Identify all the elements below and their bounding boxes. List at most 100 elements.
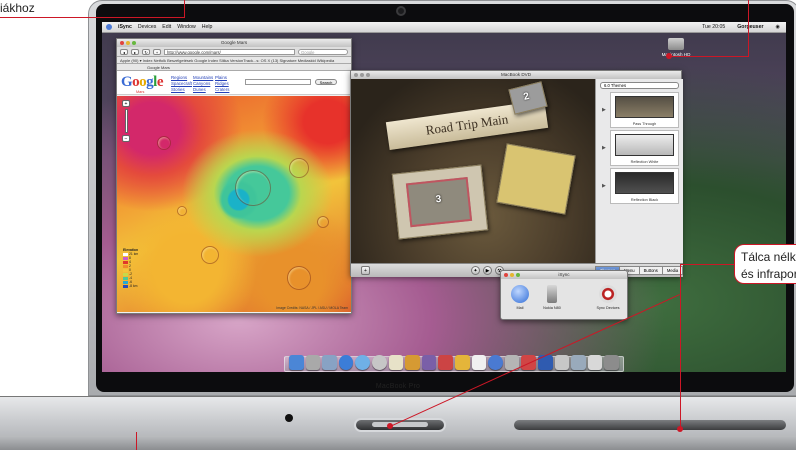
photo-stage: iSync Devices Edit Window Help Tue 20:05… — [0, 0, 796, 450]
documents-stack-icon[interactable] — [571, 355, 586, 370]
close-icon[interactable] — [504, 273, 508, 277]
dvd-titlebar[interactable]: MacBook DVD — [351, 71, 681, 79]
isync-titlebar[interactable]: iSync — [501, 271, 627, 279]
ichat-icon[interactable] — [355, 355, 370, 370]
link-stories[interactable]: Stories — [171, 87, 193, 92]
macbook-brand-label: MacBook Pro — [375, 383, 421, 390]
spotlight-icon[interactable]: ◉ — [775, 24, 780, 30]
link-dunes[interactable]: Dunes — [193, 87, 215, 92]
legend-swatch — [123, 276, 128, 280]
trash-icon[interactable] — [604, 355, 619, 370]
link-craters[interactable]: Craters — [215, 87, 237, 92]
legend-row: -8 km — [123, 284, 143, 288]
reload-button[interactable]: ↻ — [142, 48, 150, 55]
hard-drive-icon[interactable] — [668, 38, 684, 50]
mars-search-button[interactable]: Search — [315, 79, 337, 85]
drop-zone-3[interactable]: 3 — [391, 164, 489, 240]
zoom-slider[interactable] — [125, 109, 128, 133]
link-ridges[interactable]: Ridges — [215, 81, 237, 86]
link-mountains[interactable]: Mountains — [193, 75, 215, 80]
disclosure-icon[interactable]: ▶ — [602, 107, 606, 113]
garageband-icon[interactable] — [454, 355, 470, 370]
window-controls — [120, 41, 136, 45]
finder-icon[interactable] — [289, 355, 304, 370]
dvd-title: MacBook DVD — [500, 72, 532, 77]
theme-item[interactable]: ▶ Reflection White — [602, 130, 679, 166]
callout-line — [670, 56, 749, 57]
minimize-icon[interactable] — [510, 273, 514, 277]
system-preferences-icon[interactable] — [488, 355, 503, 370]
disclosure-icon[interactable]: ▶ — [602, 183, 606, 189]
zoom-icon[interactable] — [366, 73, 370, 77]
forward-button[interactable]: ▸ — [131, 48, 139, 55]
menu-window[interactable]: Window — [177, 24, 195, 30]
menu-extras: Tue 20:05 Gorgeuser ◉ — [696, 24, 780, 30]
bookmarks-bar[interactable]: Apple (90) ▾ Index Netfolk Beszélgetések… — [117, 57, 351, 64]
tab-buttons[interactable]: Buttons — [638, 266, 663, 275]
mail-icon[interactable] — [322, 355, 337, 370]
google-logo[interactable]: Google — [121, 74, 164, 91]
legend-swatch — [123, 272, 128, 276]
sync-devices-icon[interactable] — [599, 285, 617, 303]
isight-camera — [396, 6, 406, 16]
legend-value: -8 km — [129, 284, 138, 288]
zoom-icon[interactable] — [516, 273, 520, 277]
menu-app-name[interactable]: iSync — [118, 24, 132, 30]
map-crater — [289, 158, 309, 178]
tab-bar: Google Mars — [117, 64, 351, 71]
close-icon[interactable] — [354, 73, 358, 77]
menu-edit[interactable]: Edit — [162, 24, 171, 30]
zoom-in-button[interactable]: + — [122, 100, 130, 107]
link-regions[interactable]: Regions — [171, 75, 193, 80]
callout-right-line1: Tálca nélkü — [741, 250, 796, 264]
back-button[interactable]: ◂ — [120, 48, 128, 55]
add-button[interactable]: + — [361, 266, 370, 275]
tab-google-mars[interactable]: Google Mars — [147, 65, 170, 70]
callout-line — [680, 264, 681, 430]
itunes-icon[interactable] — [388, 355, 404, 370]
menu-help[interactable]: Help — [202, 24, 213, 30]
ical-icon[interactable] — [471, 355, 487, 370]
browser-titlebar[interactable]: Google Mars — [117, 39, 351, 47]
theme-set-dropdown[interactable]: 6.0 Themes — [600, 82, 679, 89]
phone-device-icon[interactable] — [547, 285, 557, 303]
address-field[interactable]: http://www.google.com/mars/ — [164, 48, 295, 55]
browser-window: Google Mars ◂ ▸ ↻ + http://www.google.co… — [116, 38, 352, 314]
add-bookmark-button[interactable]: + — [153, 48, 161, 55]
address-book-icon[interactable] — [371, 355, 387, 370]
legend-swatch — [123, 268, 128, 272]
close-icon[interactable] — [120, 41, 124, 45]
mars-elevation-map[interactable]: + − Elevation 21 km 8 4 2 0 -2 -4 -6 -8 … — [117, 96, 351, 312]
link-spacecraft[interactable]: Spacecraft — [171, 81, 193, 86]
theme-item[interactable]: ▶ Pass Through — [602, 92, 679, 128]
laptop-base-front — [0, 436, 796, 450]
motion-button[interactable]: ✦ — [471, 266, 480, 275]
play-button[interactable]: ▶ — [483, 266, 492, 275]
menu-devices[interactable]: Devices — [138, 24, 156, 30]
safari-icon[interactable] — [338, 355, 354, 370]
zoom-icon[interactable] — [132, 41, 136, 45]
imovie-icon[interactable] — [421, 355, 437, 370]
google-search-field[interactable]: Google — [298, 48, 348, 55]
menu-clock[interactable]: Tue 20:05 — [702, 24, 725, 30]
idvd-icon[interactable] — [438, 355, 453, 370]
dashboard-icon[interactable] — [305, 355, 321, 370]
mail-device-icon[interactable] — [511, 285, 529, 303]
mars-search-input[interactable] — [245, 79, 311, 85]
menu-user[interactable]: Gorgeuser — [737, 24, 763, 30]
minimize-icon[interactable] — [360, 73, 364, 77]
link-canyons[interactable]: Canyons — [193, 81, 215, 86]
iphoto-icon[interactable] — [405, 355, 420, 370]
dvd-menu-preview[interactable]: Road Trip Main 2 3 — [351, 79, 595, 263]
applications-stack-icon[interactable] — [587, 355, 603, 370]
disclosure-icon[interactable]: ▶ — [602, 145, 606, 151]
zoom-out-button[interactable]: − — [122, 135, 130, 142]
sleep-indicator-light — [285, 414, 293, 422]
apple-menu-icon[interactable] — [106, 24, 112, 30]
link-plains[interactable]: Plains — [215, 75, 237, 80]
callout-box-right: Tálca nélkü és infrapor — [734, 244, 796, 284]
theme-item[interactable]: ▶ Reflection Black — [602, 168, 679, 204]
minimize-icon[interactable] — [126, 41, 130, 45]
isync-title: iSync — [558, 272, 570, 277]
bluetooth-icon[interactable] — [554, 355, 570, 370]
